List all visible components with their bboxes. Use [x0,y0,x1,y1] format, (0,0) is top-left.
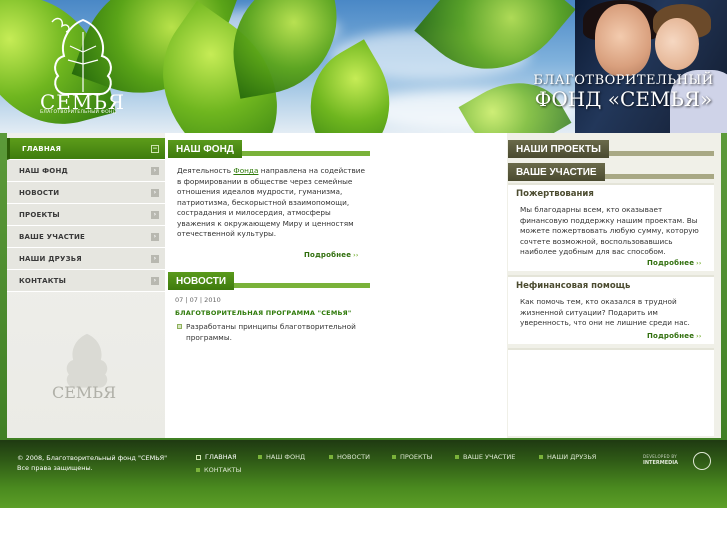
news-heading-label: НОВОСТИ [168,272,235,290]
footer-link-contacts[interactable]: КОНТАКТЫ [196,466,241,474]
bullet-icon [258,455,262,459]
footer: © 2008, Благотворительный фонд "СЕМЬЯ" В… [0,440,727,508]
empty-box [508,348,714,436]
menu-item-label: КОНТАКТЫ [19,276,67,285]
fund-title-line1: БЛАГОТВОРИТЕЛЬНЫЙ [533,73,714,88]
menu-item-news[interactable]: НОВОСТИ › [7,182,165,204]
left-sidebar: ГЛАВНАЯ − НАШ ФОНД › НОВОСТИ › ПРОЕКТЫ › ВАШ… [7,133,165,438]
nonfinancial-text: Как помочь тем, кто оказался в трудной ж… [520,297,690,327]
nonfinancial-title: Нефинансовая помощь [516,281,631,291]
menu-item-projects[interactable]: ПРОЕКТЫ › [7,204,165,226]
donations-box: Пожертвования Мы благодарны всем, кто ок… [508,183,714,271]
heading-bar [604,174,714,179]
more-label: Подробнее [647,259,695,267]
bullet-icon [196,468,200,472]
footer-link-friends[interactable]: НАШИ ДРУЗЬЯ [539,453,596,461]
footer-link-label: ГЛАВНАЯ [205,453,237,461]
participation-heading: ВАШЕ УЧАСТИЕ [508,161,714,181]
projects-heading-label: НАШИ ПРОЕКТЫ [508,140,609,158]
photo-detail [595,4,651,76]
fond-link[interactable]: Фонда [233,166,258,175]
developer-label: DEVELOPED BY [643,454,677,459]
heading-bar [608,151,714,156]
footer-link-label: НАШ ФОНД [266,453,306,461]
bullet-icon [177,324,182,329]
news-item: Разработаны принципы благотворительной п… [177,322,367,343]
heading-bar [241,151,370,156]
news-date: 07 | 07 | 2010 [175,296,221,304]
footer-link-participation[interactable]: ВАШЕ УЧАСТИЕ [455,453,515,461]
donations-title: Пожертвования [516,189,594,199]
menu-item-friends[interactable]: НАШИ ДРУЗЬЯ › [7,248,165,270]
fond-text-after: направлена на содействие в формировании … [177,166,366,238]
menu-item-label: НАШИ ДРУЗЬЯ [19,254,82,263]
arrow-right-icon: › [151,233,159,241]
footer-link-label: НАШИ ДРУЗЬЯ [547,453,597,461]
right-sidebar: НАШИ ПРОЕКТЫ ВАШЕ УЧАСТИЕ Пожертвования … [507,133,721,438]
footer-link-projects[interactable]: ПРОЕКТЫ [392,453,432,461]
donations-more-link[interactable]: Подробнее ›› [647,259,702,267]
projects-heading[interactable]: НАШИ ПРОЕКТЫ [508,138,714,158]
footer-link-label: ВАШЕ УЧАСТИЕ [463,453,516,461]
bullet-icon [329,455,333,459]
double-chevron-icon: ›› [696,333,702,340]
news-title-link[interactable]: БЛАГОТВОРИТЕЛЬНАЯ ПРОГРАММА "СЕМЬЯ" [175,309,351,317]
menu-item-home[interactable]: ГЛАВНАЯ − [7,138,165,160]
menu-item-label: ГЛАВНАЯ [22,144,62,153]
arrow-right-icon: › [151,189,159,197]
bullet-icon [455,455,459,459]
news-item-text: Разработаны принципы благотворительной п… [186,322,356,342]
footer-link-label: НОВОСТИ [337,453,370,461]
arrow-right-icon: › [151,277,159,285]
arrow-right-icon: › [151,167,159,175]
fond-more-link[interactable]: Подробнее ›› [304,251,359,259]
menu-item-label: ВАШЕ УЧАСТИЕ [19,232,86,241]
bullet-icon [539,455,543,459]
watermark-text: СЕМЬЯ [52,383,117,402]
double-chevron-icon: ›› [696,260,702,267]
fond-description: Деятельность Фонда направлена на содейст… [177,166,367,240]
main-menu: ГЛАВНАЯ − НАШ ФОНД › НОВОСТИ › ПРОЕКТЫ › ВАШ… [7,138,165,292]
fond-heading-label: НАШ ФОНД [168,140,242,158]
more-label: Подробнее [647,332,695,340]
developer-credit[interactable]: DEVELOPED BY INTERMEDIA [643,452,713,472]
photo-detail [655,18,699,70]
developer-logo-icon [693,452,711,470]
menu-item-participation[interactable]: ВАШЕ УЧАСТИЕ › [7,226,165,248]
footer-link-label: ПРОЕКТЫ [400,453,433,461]
menu-item-label: ПРОЕКТЫ [19,210,60,219]
arrow-right-icon: › [151,255,159,263]
menu-item-label: НАШ ФОНД [19,166,68,175]
rights-text: Все права защищены. [17,464,93,472]
fond-heading: НАШ ФОНД [168,138,370,158]
logo-subtitle: БЛАГОТВОРИТЕЛЬНЫЙ ФОНД [40,110,117,115]
footer-link-news[interactable]: НОВОСТИ [329,453,370,461]
nonfinancial-more-link[interactable]: Подробнее ›› [647,332,702,340]
menu-item-contacts[interactable]: КОНТАКТЫ › [7,270,165,292]
double-chevron-icon: ›› [353,252,359,259]
main-content: ГЛАВНАЯ − НАШ ФОНД › НОВОСТИ › ПРОЕКТЫ › ВАШ… [7,133,721,438]
header-banner: СЕМЬЯ БЛАГОТВОРИТЕЛЬНЫЙ ФОНД БЛАГОТВОРИТ… [0,0,727,135]
fond-text-before: Деятельность [177,166,234,175]
donations-text: Мы благодарны всем, кто оказывает финанс… [520,205,699,256]
heading-bar [234,283,370,288]
participation-heading-label: ВАШЕ УЧАСТИЕ [508,163,605,181]
fund-title-line2: ФОНД «СЕМЬЯ» [534,87,713,111]
footer-link-label: КОНТАКТЫ [204,466,242,474]
news-heading: НОВОСТИ [168,270,370,290]
bullet-icon [392,455,396,459]
fund-title: БЛАГОТВОРИТЕЛЬНЫЙ ФОНД «СЕМЬЯ» [526,74,721,109]
developer-name: INTERMEDIA [643,460,678,466]
arrow-right-icon: › [151,211,159,219]
more-label: Подробнее [304,251,352,259]
footer-link-home[interactable]: ГЛАВНАЯ [196,453,237,461]
copyright-text: © 2008, Благотворительный фонд "СЕМЬЯ" [17,454,168,462]
footer-link-fund[interactable]: НАШ ФОНД [258,453,305,461]
nonfinancial-box: Нефинансовая помощь Как помочь тем, кто … [508,275,714,344]
minus-icon: − [151,145,159,153]
menu-item-fund[interactable]: НАШ ФОНД › [7,160,165,182]
menu-item-label: НОВОСТИ [19,188,60,197]
family-photo [575,0,727,135]
bullet-icon [196,454,201,460]
